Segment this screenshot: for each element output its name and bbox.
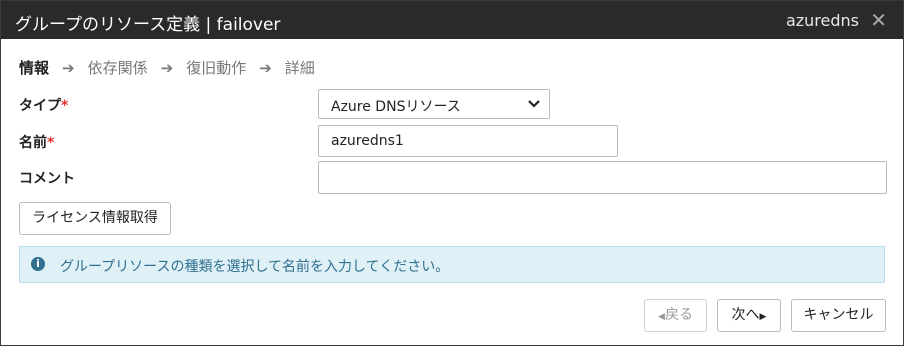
required-mark: *	[47, 135, 55, 151]
comment-label: コメント	[19, 171, 75, 187]
step-details: 詳細	[284, 59, 315, 77]
info-icon: i	[31, 257, 45, 271]
dialog-titlebar: グループのリソース定義 | failover azuredns ✕	[1, 1, 903, 39]
info-message: グループリソースの種類を選択して名前を入力してください。	[60, 259, 450, 275]
caret-left-icon: ◀	[658, 312, 665, 322]
step-dependency: 依存関係	[87, 59, 148, 77]
caret-right-icon: ▶	[759, 312, 767, 322]
info-alert: i グループリソースの種類を選択して名前を入力してください。	[19, 246, 885, 283]
resource-name-label: azuredns	[785, 11, 859, 30]
arrow-right-icon: ➔	[259, 58, 272, 77]
dialog-title: グループのリソース定義 | failover	[15, 15, 281, 35]
required-mark: *	[61, 98, 69, 114]
get-license-button[interactable]: ライセンス情報取得	[19, 202, 171, 235]
next-button[interactable]: 次へ▶	[717, 299, 781, 332]
close-icon[interactable]: ✕	[870, 8, 887, 32]
comment-field[interactable]	[318, 161, 887, 194]
wizard-steps: 情報 ➔ 依存関係 ➔ 復旧動作 ➔ 詳細	[19, 57, 315, 78]
type-select-value: Azure DNSリソース	[331, 99, 461, 115]
arrow-right-icon: ➔	[62, 58, 75, 77]
resource-definition-dialog: グループのリソース定義 | failover azuredns ✕ 情報 ➔ 依…	[0, 0, 904, 346]
chevron-down-icon	[527, 95, 541, 117]
step-recovery: 復旧動作	[186, 59, 247, 77]
type-label: タイプ*	[19, 98, 69, 114]
cancel-button[interactable]: キャンセル	[791, 299, 886, 332]
type-select[interactable]: Azure DNSリソース	[318, 89, 550, 119]
arrow-right-icon: ➔	[160, 58, 174, 77]
back-button[interactable]: ◀戻る	[644, 299, 707, 332]
name-field[interactable]: azuredns1	[318, 125, 618, 157]
step-info: 情報	[19, 59, 50, 77]
name-label: 名前*	[19, 135, 55, 151]
